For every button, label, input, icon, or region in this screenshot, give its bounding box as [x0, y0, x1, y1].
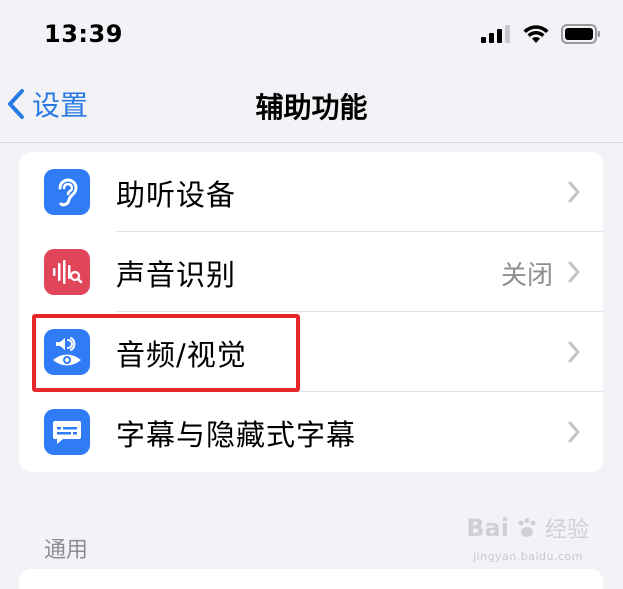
status-icons: [481, 24, 601, 44]
settings-group: 助听设备 声音识别 关闭 音频/视觉 字幕与隐藏式字幕: [19, 152, 603, 472]
section-header-general: 通用: [44, 538, 89, 563]
chevron-right-icon: [568, 261, 580, 283]
ear-icon: [44, 169, 90, 215]
row-hearing-devices[interactable]: 助听设备: [19, 152, 603, 232]
watermark-brand: Bai: [466, 514, 509, 542]
row-value: 关闭: [500, 261, 553, 291]
row-label: 声音识别: [116, 258, 237, 292]
status-bar: 13:39: [0, 0, 623, 70]
baidu-watermark: Bai 经验: [466, 512, 589, 544]
highlight-box: [32, 314, 300, 392]
watermark-url: jingyan.baidu.com: [472, 550, 583, 563]
chevron-right-icon: [568, 181, 580, 203]
nav-divider: [0, 142, 623, 143]
row-sound-recognition[interactable]: 声音识别 关闭: [19, 232, 603, 312]
paw-logo-icon: [518, 518, 536, 537]
page-title: 辅助功能: [255, 91, 368, 124]
sound-recognition-icon: [44, 249, 90, 295]
subtitles-icon: [44, 409, 90, 455]
watermark-brand-cn: 经验: [544, 518, 589, 543]
row-label: 助听设备: [116, 178, 237, 212]
status-time: 13:39: [44, 20, 123, 48]
wifi-icon: [523, 25, 549, 43]
settings-group-partial: [19, 569, 603, 589]
chevron-right-icon: [568, 421, 580, 443]
chevron-right-icon: [568, 341, 580, 363]
cellular-signal-icon: [481, 25, 510, 43]
battery-icon: [561, 24, 600, 44]
row-label: 字幕与隐藏式字幕: [116, 418, 357, 452]
navigation-bar: 设置 辅助功能: [0, 70, 623, 142]
row-subtitles-captioning[interactable]: 字幕与隐藏式字幕: [19, 392, 603, 472]
